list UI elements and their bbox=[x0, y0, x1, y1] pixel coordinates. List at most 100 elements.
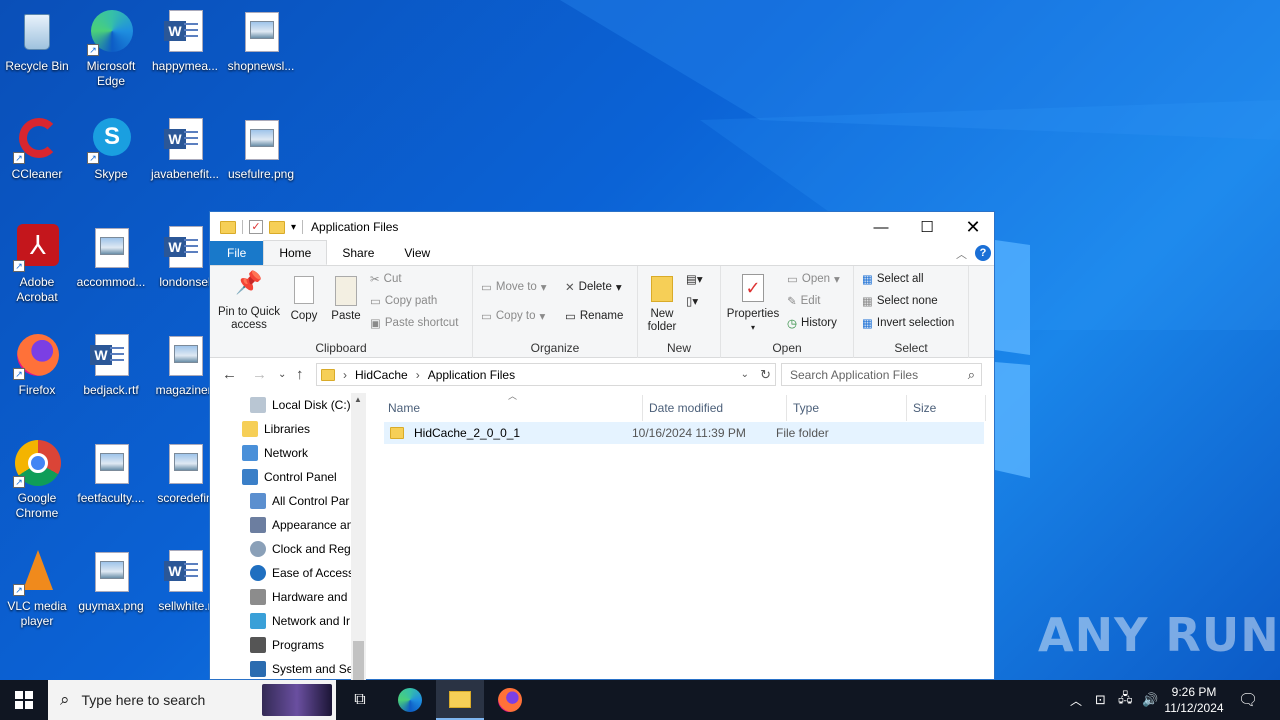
edit-button[interactable]: ✎ Edit bbox=[787, 294, 820, 308]
desktop-icon-doc[interactable]: W javabenefit... bbox=[147, 116, 223, 182]
nav-item-control-panel[interactable]: Control Panel bbox=[242, 465, 337, 489]
appearance-icon bbox=[250, 517, 266, 533]
open-button[interactable]: ▭ Open ▾ bbox=[787, 272, 840, 286]
select-all-button[interactable]: ▦ Select all bbox=[862, 272, 924, 286]
move-to-button[interactable]: ▭ Move to ▾ bbox=[481, 280, 547, 294]
select-none-button[interactable]: ▦ Select none bbox=[862, 294, 938, 308]
word-document-icon: W bbox=[161, 224, 209, 272]
group-label: Open bbox=[772, 341, 802, 355]
nav-item-appearance[interactable]: Appearance an bbox=[250, 513, 353, 537]
nav-item-system-security[interactable]: System and Se bbox=[250, 657, 353, 681]
task-view-icon[interactable]: ⧉ bbox=[336, 680, 384, 720]
tab-view[interactable]: View bbox=[389, 241, 445, 265]
desktop-icon-firefox[interactable]: ↗ Firefox bbox=[0, 332, 75, 398]
title-bar[interactable]: ✓ ▾ Application Files — ☐ ✕ bbox=[210, 212, 994, 242]
address-bar[interactable]: › HidCache › Application Files ⌄ ↻ bbox=[316, 363, 776, 386]
close-button[interactable]: ✕ bbox=[950, 212, 996, 242]
nav-item-all-control-panel[interactable]: All Control Par bbox=[250, 489, 349, 513]
nav-pane-scrollbar[interactable]: ▲ bbox=[351, 393, 366, 681]
search-box[interactable]: Search Application Files ⌕ bbox=[781, 363, 982, 386]
taskbar-search[interactable]: ⌕ Type here to search bbox=[48, 680, 336, 720]
desktop-icon-image[interactable]: shopnewsl... bbox=[223, 8, 299, 74]
desktop-icon-image[interactable]: accommod... bbox=[73, 224, 149, 290]
desktop-icon-doc[interactable]: W bedjack.rtf bbox=[73, 332, 149, 398]
desktop-icon-chrome[interactable]: ↗ Google Chrome bbox=[0, 440, 75, 521]
customize-qat-icon[interactable]: ▾ bbox=[291, 222, 296, 233]
nav-item-hardware[interactable]: Hardware and bbox=[250, 585, 347, 609]
tab-share[interactable]: Share bbox=[327, 241, 389, 265]
column-header-type[interactable]: Type bbox=[775, 393, 899, 423]
copy-to-button[interactable]: ▭ Copy to ▾ bbox=[481, 309, 545, 323]
breadcrumb-hidcache[interactable]: HidCache bbox=[355, 368, 408, 382]
help-icon[interactable]: ? bbox=[975, 245, 991, 261]
taskbar-file-explorer[interactable] bbox=[436, 680, 484, 720]
back-arrow-icon[interactable]: ← bbox=[222, 366, 237, 383]
network-tray-icon[interactable]: 🖧 bbox=[1118, 680, 1133, 720]
recent-locations-icon[interactable]: ⌄ bbox=[278, 369, 286, 380]
desktop-icon-ccleaner[interactable]: ↗ CCleaner bbox=[0, 116, 75, 182]
file-explorer-window[interactable]: ✓ ▾ Application Files — ☐ ✕ File Home Sh… bbox=[209, 211, 995, 681]
nav-item-local-disk[interactable]: Local Disk (C:) bbox=[250, 393, 351, 417]
scrollbar-thumb[interactable] bbox=[353, 641, 364, 681]
desktop-icon-skype[interactable]: S ↗ Skype bbox=[73, 116, 149, 182]
new-folder-button[interactable]: New folder bbox=[644, 276, 680, 334]
new-item-button[interactable]: ▤▾ bbox=[686, 272, 703, 286]
history-button[interactable]: ◷ History bbox=[787, 316, 837, 330]
nav-item-network-internet[interactable]: Network and Ir bbox=[250, 609, 350, 633]
pin-to-quick-access-button[interactable]: 📌 Pin to Quick access bbox=[216, 270, 282, 332]
desktop-icon-acrobat[interactable]: ⅄ ↗ Adobe Acrobat bbox=[0, 224, 75, 305]
scroll-up-icon[interactable]: ▲ bbox=[354, 395, 362, 404]
device-icon[interactable]: ⊡ bbox=[1095, 680, 1106, 720]
desktop-icon-image[interactable]: guymax.png bbox=[73, 548, 149, 614]
desktop-icon-recycle-bin[interactable]: Recycle Bin bbox=[0, 8, 75, 74]
copy-path-button[interactable]: ▭ Copy path bbox=[370, 294, 437, 308]
desktop-icon-edge[interactable]: ↗ Microsoft Edge bbox=[73, 8, 149, 89]
easy-access-button[interactable]: ▯▾ bbox=[686, 294, 698, 308]
tab-file[interactable]: File bbox=[210, 241, 264, 265]
up-arrow-icon[interactable]: ↑ bbox=[296, 366, 304, 383]
nav-item-clock-region[interactable]: Clock and Regi bbox=[250, 537, 353, 561]
table-row[interactable]: HidCache_2_0_0_1 10/16/2024 11:39 PM Fil… bbox=[384, 422, 984, 444]
desktop-icon-doc[interactable]: W happymea... bbox=[147, 8, 223, 74]
paste-button[interactable]: Paste bbox=[328, 276, 364, 323]
rename-button[interactable]: ▭ Rename bbox=[565, 309, 623, 323]
minimize-button[interactable]: — bbox=[858, 212, 904, 242]
pin-icon: 📌 bbox=[235, 270, 263, 295]
address-dropdown-icon[interactable]: ⌄ bbox=[741, 369, 749, 380]
desktop-icon-image[interactable]: feetfaculty.... bbox=[73, 440, 149, 506]
volume-icon[interactable]: 🔊 bbox=[1142, 680, 1158, 720]
invert-selection-button[interactable]: ▦ Invert selection bbox=[862, 316, 954, 330]
new-folder-icon[interactable] bbox=[269, 220, 285, 234]
cut-button[interactable]: ✂ Cut bbox=[370, 272, 402, 286]
taskbar-edge[interactable] bbox=[386, 680, 434, 720]
column-header-name[interactable]: Name bbox=[370, 393, 642, 423]
clock[interactable]: 9:26 PM 11/12/2024 bbox=[1162, 680, 1226, 720]
nav-item-libraries[interactable]: Libraries bbox=[242, 417, 310, 441]
collapse-ribbon-icon[interactable]: ︿ bbox=[956, 246, 967, 262]
properties-button[interactable]: ✓ Properties ▾ bbox=[725, 274, 781, 334]
paste-shortcut-button[interactable]: ▣ Paste shortcut bbox=[370, 316, 458, 330]
refresh-icon[interactable]: ↻ bbox=[760, 367, 771, 383]
desktop-icon-vlc[interactable]: ↗ VLC media player bbox=[0, 548, 75, 629]
start-button[interactable] bbox=[0, 680, 48, 720]
breadcrumb-application-files[interactable]: Application Files bbox=[428, 368, 515, 382]
copy-button[interactable]: Copy bbox=[286, 276, 322, 323]
nav-item-ease-of-access[interactable]: Ease of Access bbox=[250, 561, 354, 585]
file-type: File folder bbox=[776, 426, 829, 440]
column-header-size[interactable]: Size bbox=[895, 393, 975, 423]
forward-arrow-icon[interactable]: → bbox=[252, 366, 267, 383]
column-header-date[interactable]: Date modified bbox=[631, 393, 775, 423]
show-hidden-icons[interactable]: ︿ bbox=[1070, 680, 1082, 720]
properties-icon[interactable]: ✓ bbox=[249, 220, 263, 234]
shield-icon bbox=[250, 661, 266, 677]
desktop-icon-image[interactable]: usefulre.png bbox=[223, 116, 299, 182]
tab-home[interactable]: Home bbox=[263, 240, 328, 265]
notifications-icon[interactable]: 🗨 bbox=[1238, 680, 1258, 720]
maximize-button[interactable]: ☐ bbox=[904, 212, 950, 242]
taskbar-firefox[interactable] bbox=[486, 680, 534, 720]
image-file-icon bbox=[237, 116, 285, 164]
nav-item-programs[interactable]: Programs bbox=[250, 633, 324, 657]
clock-time: 9:26 PM bbox=[1171, 685, 1217, 699]
delete-button[interactable]: ✕ Delete ▾ bbox=[565, 280, 622, 294]
nav-item-network[interactable]: Network bbox=[242, 441, 308, 465]
